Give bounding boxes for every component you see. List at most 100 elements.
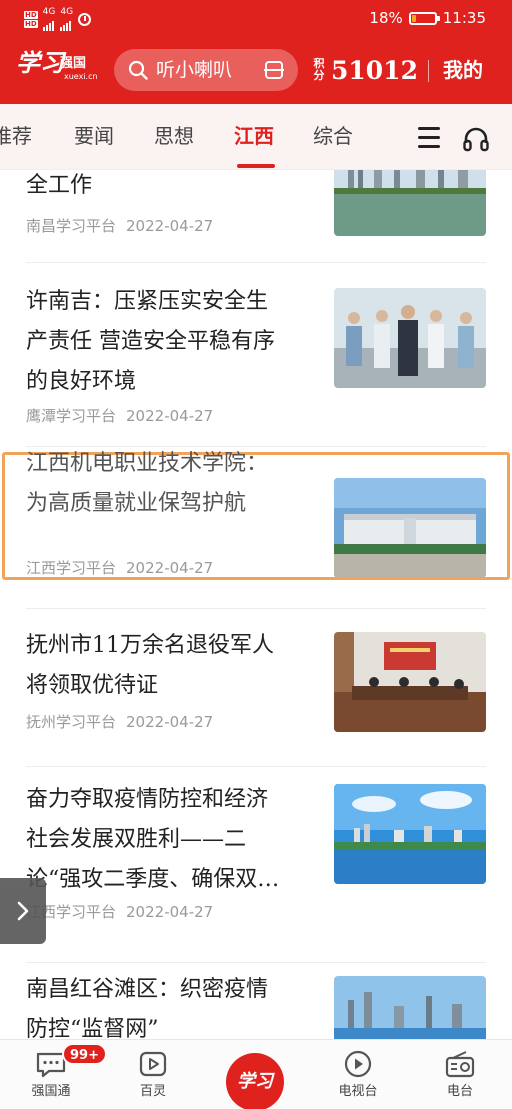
news-title: 许南吉：压紧压实安全生 产责任 营造安全平稳有序 的良好环境	[26, 282, 316, 402]
signal-bars-icon	[60, 17, 72, 31]
news-thumbnail	[334, 976, 486, 1039]
news-title-line: 全工作	[26, 173, 93, 198]
news-item[interactable]: 抚州市11万余名退役军人 将领取优待证 抚州学习平台 2022-04-27	[0, 612, 512, 764]
mine-button[interactable]: 我的	[443, 57, 483, 83]
logo-url-text: xuexi.cn	[64, 72, 98, 81]
battery-fill	[411, 14, 416, 22]
news-thumbnail	[334, 784, 486, 884]
active-tab-indicator	[237, 164, 275, 168]
news-title-line: 社会发展双胜利——二	[26, 827, 247, 852]
headset-icon[interactable]	[462, 126, 490, 152]
xuexi-logo[interactable]: 学习 强国 xuexi.cn	[16, 48, 98, 92]
news-thumbnail	[334, 288, 486, 388]
nav-label: 电视台	[338, 1084, 378, 1099]
news-item[interactable]: 南昌红谷滩区：织密疫情 防控“监督网”	[0, 966, 512, 1039]
tab-general[interactable]: 综合	[313, 122, 353, 150]
xuexi-center-icon: 学习	[237, 1071, 273, 1092]
nav-item-radio[interactable]: 电台	[425, 1050, 495, 1101]
news-title-line: 南昌红谷滩区：织密疫情	[26, 977, 269, 1002]
news-date: 2022-04-27	[126, 407, 214, 425]
signal-1: 4G	[42, 7, 56, 31]
top-header: HD HD 4G 4G 18% 11:35 学习 强国 xuexi.cn 听小喇…	[0, 0, 512, 104]
network-type-1: 4G	[42, 7, 56, 17]
news-meta: 抚州学习平台 2022-04-27	[26, 712, 213, 732]
news-meta: 江西学习平台 2022-04-27	[26, 902, 213, 922]
signal-2: 4G	[60, 7, 73, 31]
news-title-line: 江西机电职业技术学院：	[26, 451, 269, 476]
news-title-line: 将领取优待证	[26, 673, 159, 698]
unread-badge: 99+	[62, 1043, 107, 1065]
points-value: 51012	[331, 55, 418, 85]
news-feed: 全工作 南昌学习平台 2022-04-27 许南吉：压紧压实安全生 产责任 营造安…	[0, 170, 512, 1039]
news-title-line: 奋力夺取疫情防控和经济	[26, 787, 269, 812]
expand-side-tab[interactable]	[0, 878, 46, 944]
bottom-nav: 强国通 99+ 百灵 学习 电视台 电台	[0, 1039, 512, 1109]
news-date: 2022-04-27	[126, 559, 214, 577]
tab-recommend[interactable]: 推荐	[0, 122, 32, 150]
scan-icon[interactable]	[264, 60, 284, 80]
tab-thought[interactable]: 思想	[154, 122, 194, 150]
news-date: 2022-04-27	[126, 217, 214, 235]
nav-label: 强国通	[31, 1084, 71, 1099]
feed-separator	[26, 766, 486, 767]
status-right: 18% 11:35	[369, 8, 486, 28]
news-thumbnail	[334, 632, 486, 732]
news-item[interactable]: 奋力夺取疫情防控和经济 社会发展双胜利——二 论“强攻二季度、确保双… 江西学习…	[0, 770, 512, 962]
channel-tabs: 推荐 要闻 思想 江西 综合	[0, 104, 512, 170]
news-title-line: 为高质量就业保驾护航	[26, 491, 247, 516]
news-source: 鹰潭学习平台	[26, 407, 117, 425]
chevron-right-icon	[17, 901, 29, 921]
search-placeholder: 听小喇叭	[156, 59, 233, 81]
news-title-line: 产责任 营造安全平稳有序	[26, 329, 275, 354]
news-source: 南昌学习平台	[26, 217, 117, 235]
tv-play-icon	[344, 1050, 372, 1078]
news-title: 江西机电职业技术学院： 为高质量就业保驾护航	[26, 444, 316, 524]
sim-indicator: HD HD	[24, 10, 38, 28]
news-date: 2022-04-27	[126, 903, 214, 921]
tab-news[interactable]: 要闻	[74, 122, 114, 150]
logo-main-text: 学习	[16, 48, 64, 77]
feed-separator	[26, 962, 486, 963]
news-title: 南昌红谷滩区：织密疫情 防控“监督网”	[26, 970, 316, 1039]
alarm-icon	[78, 12, 92, 26]
news-title: 抚州市11万余名退役军人 将领取优待证	[26, 626, 316, 706]
status-left: HD HD 4G 4G	[24, 7, 92, 31]
feed-separator	[26, 262, 486, 263]
status-bar: HD HD 4G 4G 18% 11:35	[0, 0, 512, 36]
search-icon	[128, 60, 148, 80]
news-source: 江西学习平台	[26, 559, 117, 577]
news-meta: 江西学习平台 2022-04-27	[26, 558, 213, 578]
news-item[interactable]: 全工作 南昌学习平台 2022-04-27	[0, 170, 512, 262]
menu-icon[interactable]	[418, 127, 442, 149]
news-item-highlighted[interactable]: 江西机电职业技术学院： 为高质量就业保驾护航 江西学习平台 2022-04-27	[0, 451, 512, 580]
points-label: 积分	[313, 57, 325, 82]
nav-item-bailing[interactable]: 百灵	[118, 1050, 188, 1101]
news-title-line: 论“强攻二季度、确保双…	[26, 867, 280, 892]
news-title-line: 抚州市11万余名退役军人	[26, 633, 274, 658]
sim1-label: HD	[24, 10, 38, 19]
clock: 11:35	[442, 9, 486, 27]
network-type-2: 4G	[60, 7, 74, 17]
logo-sub-text: 强国	[60, 56, 87, 71]
news-title-line: 防控“监督网”	[26, 1017, 159, 1039]
news-title-line: 的良好环境	[26, 369, 137, 394]
news-date: 2022-04-27	[126, 713, 214, 731]
signal-bars-icon	[42, 17, 54, 31]
radio-icon	[445, 1051, 475, 1078]
news-meta: 南昌学习平台 2022-04-27	[26, 216, 213, 236]
tab-fade	[384, 104, 412, 169]
news-meta: 鹰潭学习平台 2022-04-27	[26, 406, 213, 426]
tab-jiangxi[interactable]: 江西	[234, 122, 274, 150]
battery-icon	[408, 11, 440, 25]
header-divider	[428, 60, 429, 82]
news-thumbnail	[334, 478, 486, 578]
search-bar[interactable]: 听小喇叭	[114, 49, 298, 91]
news-title-line: 许南吉：压紧压实安全生	[26, 289, 269, 314]
points-display[interactable]: 积分 51012	[313, 50, 418, 90]
nav-label: 电台	[446, 1084, 473, 1099]
nav-label: 百灵	[139, 1084, 166, 1099]
news-item[interactable]: 许南吉：压紧压实安全生 产责任 营造安全平稳有序 的良好环境 鹰潭学习平台 202…	[0, 266, 512, 446]
nav-item-tv[interactable]: 电视台	[323, 1050, 393, 1101]
play-square-icon	[139, 1051, 167, 1077]
xuexi-center-button[interactable]: 学习	[226, 1053, 284, 1109]
